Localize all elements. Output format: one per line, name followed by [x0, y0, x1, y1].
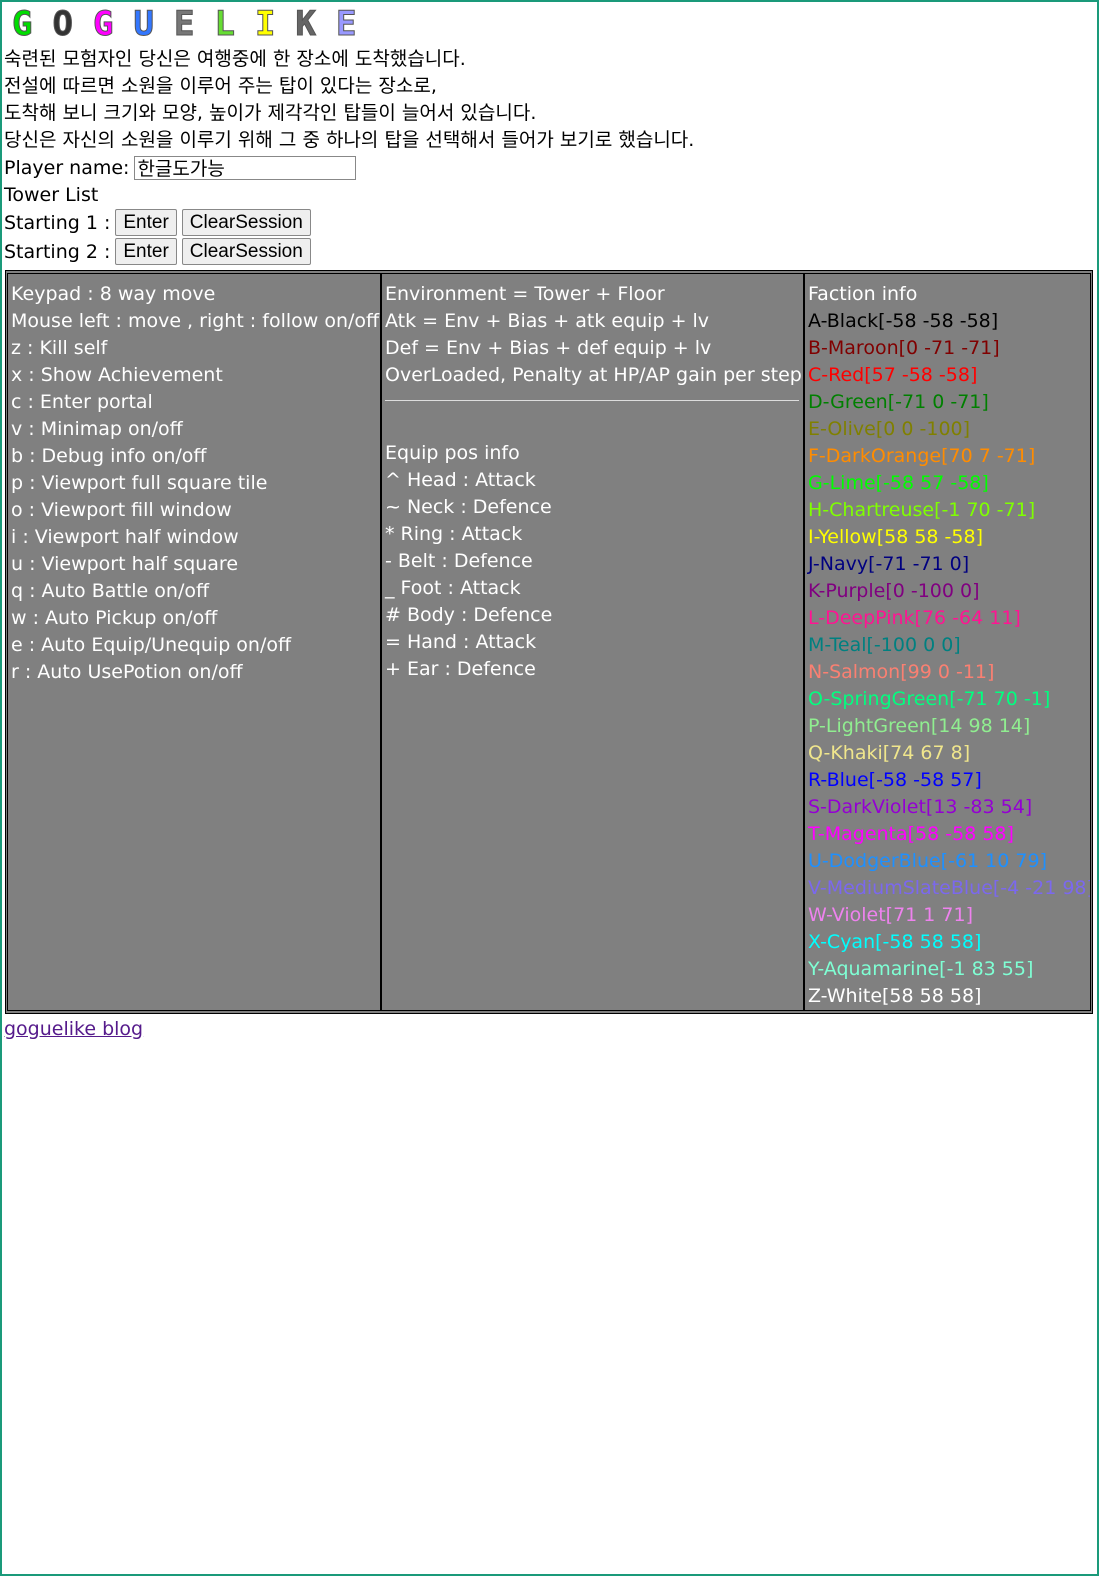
faction-item: A-Black[-58 -58 -58] — [808, 310, 999, 332]
equip-line: + Ear : Defence — [385, 658, 536, 680]
logo-letter: E — [174, 4, 195, 45]
intro-line: 숙련된 모험자인 당신은 여행중에 한 장소에 도착했습니다. — [4, 48, 466, 70]
logo-letter: L — [214, 4, 235, 45]
key-help-line: v : Minimap on/off — [11, 418, 183, 440]
faction-item: F-DarkOrange[70 7 -71] — [808, 445, 1036, 467]
player-name-label: Player name: — [4, 156, 130, 179]
intro-line: 전설에 따르면 소원을 이루어 주는 탑이 있다는 장소로, — [4, 75, 437, 97]
faction-list: A-Black[-58 -58 -58] B-Maroon[0 -71 -71] C… — [808, 308, 1090, 1010]
key-help-line: q : Auto Battle on/off — [11, 580, 210, 602]
faction-item: R-Blue[-58 -58 57] — [808, 769, 982, 791]
equip-line: # Body : Defence — [385, 604, 553, 626]
logo-letter: K — [295, 4, 316, 45]
intro-line: 당신은 자신의 소원을 이루기 위해 그 중 하나의 탑을 선택해서 들어가 보… — [4, 129, 695, 151]
equip-line: = Hand : Attack — [385, 631, 537, 653]
faction-item: O-SpringGreen[-71 70 -1] — [808, 688, 1051, 710]
page: G O G U E L I K E 숙련된 모험자인 당신은 여행중에 한 장소… — [2, 2, 1097, 1040]
logo-letter: O — [52, 4, 73, 45]
faction-item: G-Lime[-58 57 -58] — [808, 472, 989, 494]
key-help-line: b : Debug info on/off — [11, 445, 207, 467]
faction-item: W-Violet[71 1 71] — [808, 904, 974, 926]
key-help-line: o : Viewport fill window — [11, 499, 232, 521]
faction-item: E-Olive[0 0 -100] — [808, 418, 971, 440]
logo-letter: E — [336, 4, 357, 45]
faction-item: Q-Khaki[74 67 8] — [808, 742, 971, 764]
enter-button[interactable]: Enter — [115, 209, 177, 236]
tower-list-label: Tower List — [4, 183, 99, 206]
keys-column: Keypad : 8 way move Mouse left : move , … — [8, 274, 382, 1010]
key-help-line: e : Auto Equip/Unequip on/off — [11, 634, 292, 656]
faction-item: V-MediumSlateBlue[-4 -21 98] — [808, 877, 1090, 899]
key-help-line: c : Enter portal — [11, 391, 153, 413]
player-name-input[interactable] — [134, 155, 357, 180]
intro-line: 도착해 보니 크기와 모양, 높이가 제각각인 탑들이 늘어서 있습니다. — [4, 102, 537, 124]
key-help-line: p : Viewport full square tile — [11, 472, 268, 494]
faction-item: T-Magenta[58 -58 58] — [808, 823, 1014, 845]
faction-item: B-Maroon[0 -71 -71] — [808, 337, 1000, 359]
faction-item: S-DarkViolet[13 -83 54] — [808, 796, 1033, 818]
faction-item: N-Salmon[99 0 -11] — [808, 661, 995, 683]
key-help-line: Keypad : 8 way move — [11, 283, 216, 305]
formula-line: Atk = Env + Bias + atk equip + lv — [385, 310, 710, 332]
faction-item: U-DodgerBlue[-61 10 79] — [808, 850, 1047, 872]
clear-session-button[interactable]: ClearSession — [181, 238, 311, 265]
player-name-row: Player name: — [4, 154, 1097, 181]
key-help-line: Mouse left : move , right : follow on/of… — [11, 310, 380, 332]
formula-line: OverLoaded, Penalty at HP/AP gain per st… — [385, 364, 802, 386]
equip-line: _ Foot : Attack — [385, 577, 521, 599]
equip-line: - Belt : Defence — [385, 550, 533, 572]
intro-text: 숙련된 모험자인 당신은 여행중에 한 장소에 도착했습니다. 전설에 따르면 … — [4, 46, 1097, 154]
stats-column: Environment = Tower + Floor Atk = Env + … — [382, 274, 805, 1010]
logo-letter: G — [93, 4, 114, 45]
divider — [385, 400, 799, 401]
faction-item: X-Cyan[-58 58 58] — [808, 931, 982, 953]
faction-item: M-Teal[-100 0 0] — [808, 634, 961, 656]
faction-title: Faction info — [808, 283, 918, 305]
equip-line: ~ Neck : Defence — [385, 496, 552, 518]
faction-item: Z-White[58 58 58] — [808, 985, 982, 1007]
formula-line: Environment = Tower + Floor — [385, 283, 665, 305]
faction-item: K-Purple[0 -100 0] — [808, 580, 980, 602]
faction-item: H-Chartreuse[-1 70 -71] — [808, 499, 1036, 521]
faction-item: Y-Aquamarine[-1 83 55] — [808, 958, 1034, 980]
equip-title: Equip pos info — [385, 442, 520, 464]
key-help-line: w : Auto Pickup on/off — [11, 607, 218, 629]
faction-item: P-LightGreen[14 98 14] — [808, 715, 1031, 737]
starting-label: Starting 2 : — [4, 240, 111, 263]
goguelike-blog-link[interactable]: goguelike blog — [4, 1018, 143, 1040]
key-help-line: u : Viewport half square — [11, 553, 239, 575]
starting-row-2: Starting 2 : Enter ClearSession — [4, 237, 1097, 266]
equip-line: * Ring : Attack — [385, 523, 523, 545]
info-table: Keypad : 8 way move Mouse left : move , … — [5, 270, 1093, 1014]
enter-button[interactable]: Enter — [115, 238, 177, 265]
clear-session-button[interactable]: ClearSession — [181, 209, 311, 236]
logo-letter: I — [255, 4, 276, 45]
equip-line: ^ Head : Attack — [385, 469, 536, 491]
starting-row-1: Starting 1 : Enter ClearSession — [4, 208, 1097, 237]
logo-letter: U — [133, 4, 154, 45]
faction-item: J-Navy[-71 -71 0] — [808, 553, 970, 575]
starting-label: Starting 1 : — [4, 211, 111, 234]
key-help-line: r : Auto UsePotion on/off — [11, 661, 243, 683]
faction-column: Faction info A-Black[-58 -58 -58] B-Maroo… — [805, 274, 1090, 1010]
faction-item: C-Red[57 -58 -58] — [808, 364, 978, 386]
faction-item: L-DeepPink[76 -64 11] — [808, 607, 1021, 629]
key-help-line: z : Kill self — [11, 337, 108, 359]
faction-item: D-Green[-71 0 -71] — [808, 391, 989, 413]
key-help-line: x : Show Achievement — [11, 364, 223, 386]
logo-letter: G — [12, 4, 33, 45]
goguelike-logo: G O G U E L I K E — [4, 2, 1097, 46]
formula-line: Def = Env + Bias + def equip + lv — [385, 337, 712, 359]
faction-item: I-Yellow[58 58 -58] — [808, 526, 983, 548]
key-help-line: i : Viewport half window — [11, 526, 239, 548]
